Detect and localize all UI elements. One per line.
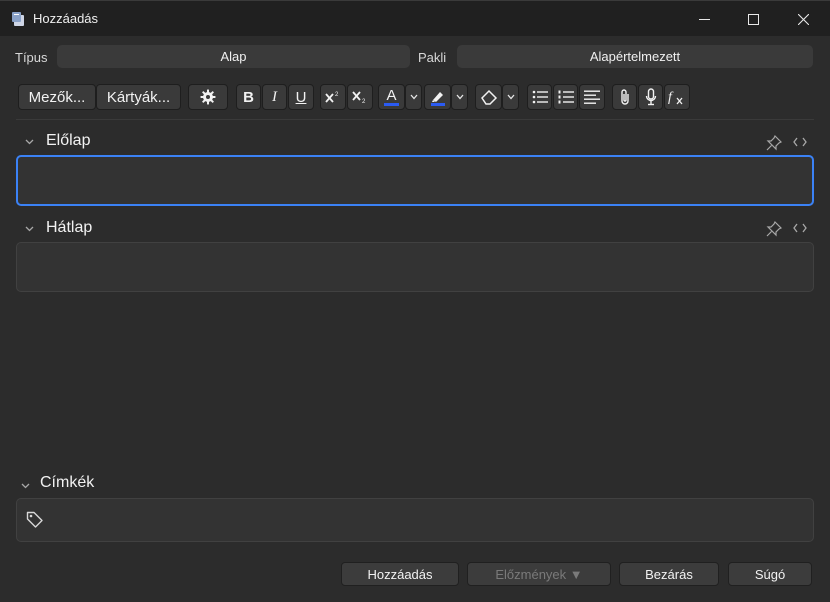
close-button-label: Bezárás <box>645 566 693 582</box>
bullet-list-icon <box>532 90 548 104</box>
close-button[interactable]: Bezárás <box>619 562 719 586</box>
subscript-icon: 2 <box>352 91 366 104</box>
collapse-back-chevron-down-icon[interactable] <box>25 226 34 232</box>
svg-text:f: f <box>668 90 674 105</box>
collapse-front-chevron-down-icon[interactable] <box>25 139 34 145</box>
front-field-label: Előlap <box>46 132 91 149</box>
app-icon <box>12 12 24 26</box>
alignment-button[interactable] <box>579 84 605 110</box>
history-button-label: Előzmények ▼ <box>495 566 583 582</box>
code-icon[interactable] <box>793 137 807 147</box>
numbered-list-icon <box>558 90 574 104</box>
fields-button-label: Mezők... <box>28 88 86 106</box>
cards-button[interactable]: Kártyák... <box>96 84 181 110</box>
chevron-down-icon <box>456 94 463 100</box>
tag-icon <box>26 511 43 528</box>
collapse-tags-chevron-down-icon[interactable] <box>21 483 30 489</box>
formula-icon: f <box>668 90 683 105</box>
close-icon <box>797 13 809 25</box>
pin-icon[interactable] <box>766 221 782 237</box>
subscript-button[interactable]: 2 <box>347 84 373 110</box>
fields-button[interactable]: Mezők... <box>18 84 96 110</box>
help-button[interactable]: Súgó <box>728 562 812 586</box>
maximize-button[interactable] <box>730 1 776 37</box>
type-selector[interactable]: Alap <box>57 45 410 68</box>
cards-button-label: Kártyák... <box>106 88 171 106</box>
text-color-label: A <box>384 87 399 106</box>
add-button[interactable]: Hozzáadás <box>341 562 459 586</box>
svg-text:2: 2 <box>362 99 366 104</box>
title-bar: Hozzáadás <box>0 0 830 36</box>
svg-text:2: 2 <box>335 92 339 98</box>
chevron-down-icon <box>507 94 514 100</box>
history-button[interactable]: Előzmények ▼ <box>467 562 611 586</box>
minimize-icon <box>698 18 710 20</box>
toolbar-separator <box>16 119 814 120</box>
tags-input[interactable] <box>16 498 814 542</box>
superscript-icon: 2 <box>325 92 339 103</box>
code-icon[interactable] <box>793 223 807 233</box>
italic-label: I <box>272 88 277 105</box>
attach-button[interactable] <box>612 84 637 110</box>
type-label: Típus <box>15 50 48 65</box>
formula-button[interactable]: f <box>664 84 690 110</box>
underline-button[interactable]: U <box>288 84 314 110</box>
type-value: Alap <box>220 49 247 64</box>
back-field-label: Hátlap <box>46 219 93 236</box>
numbered-list-button[interactable] <box>553 84 578 110</box>
chevron-down-icon <box>410 94 417 100</box>
front-field-input[interactable] <box>16 155 814 206</box>
clear-format-dropdown[interactable] <box>502 84 519 110</box>
italic-button[interactable]: I <box>262 84 287 110</box>
pin-icon[interactable] <box>766 135 782 151</box>
underline-label: U <box>295 88 307 106</box>
eraser-icon <box>480 89 497 105</box>
record-audio-button[interactable] <box>638 84 663 110</box>
superscript-button[interactable]: 2 <box>320 84 346 110</box>
bold-button[interactable]: B <box>236 84 261 110</box>
maximize-icon <box>747 13 759 25</box>
text-color-dropdown[interactable] <box>405 84 422 110</box>
gear-icon <box>200 89 216 105</box>
deck-selector[interactable]: Alapértelmezett <box>457 45 813 68</box>
options-button[interactable] <box>188 84 228 110</box>
highlight-button[interactable] <box>424 84 451 110</box>
align-icon <box>584 90 600 104</box>
deck-label: Pakli <box>418 50 447 65</box>
clear-format-button[interactable] <box>475 84 502 110</box>
deck-value: Alapértelmezett <box>589 49 681 64</box>
bold-label: B <box>243 88 254 106</box>
bullet-list-button[interactable] <box>527 84 552 110</box>
microphone-icon <box>645 88 656 106</box>
help-button-label: Súgó <box>754 566 786 582</box>
back-field-input[interactable] <box>16 242 814 292</box>
close-window-button[interactable] <box>780 1 826 37</box>
minimize-button[interactable] <box>681 1 727 37</box>
highlight-dropdown[interactable] <box>451 84 468 110</box>
window-title: Hozzáadás <box>33 11 99 26</box>
highlight-icon <box>430 92 445 106</box>
add-button-label: Hozzáadás <box>367 566 433 582</box>
text-color-button[interactable]: A <box>378 84 405 110</box>
attachment-icon <box>620 89 629 105</box>
tags-label: Címkék <box>40 474 95 491</box>
